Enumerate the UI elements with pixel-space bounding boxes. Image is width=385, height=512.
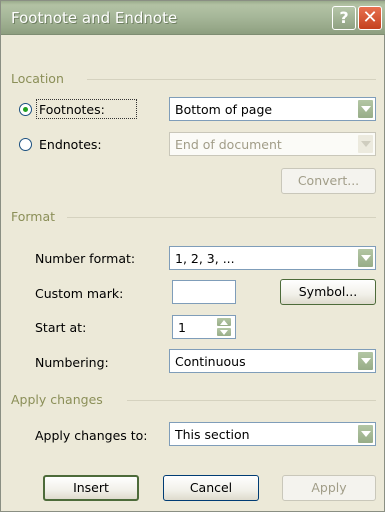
custom-mark-label: Custom mark: bbox=[35, 286, 124, 301]
help-button[interactable]: ? bbox=[332, 6, 356, 30]
close-button[interactable]: ✕ bbox=[358, 6, 382, 30]
footnotes-radio[interactable] bbox=[19, 103, 32, 116]
symbol-button[interactable]: Symbol... bbox=[280, 279, 376, 305]
number-format-select[interactable]: 1, 2, 3, ... bbox=[169, 246, 376, 270]
radio-selected-dot bbox=[23, 107, 28, 112]
location-group-label: Location bbox=[11, 71, 64, 86]
apply-to-label: Apply changes to: bbox=[35, 428, 148, 443]
chevron-up-icon bbox=[220, 320, 228, 325]
numbering-select[interactable]: Continuous bbox=[169, 349, 376, 373]
start-at-label: Start at: bbox=[35, 320, 87, 335]
close-icon: ✕ bbox=[362, 7, 378, 28]
number-format-value: 1, 2, 3, ... bbox=[175, 251, 235, 266]
apply-group-label: Apply changes bbox=[11, 392, 103, 407]
chevron-down-icon bbox=[361, 255, 371, 261]
start-at-decrement-button[interactable] bbox=[216, 327, 232, 337]
endnotes-position-select[interactable]: End of document bbox=[169, 132, 376, 156]
start-at-value: 1 bbox=[178, 320, 186, 335]
numbering-dropdown-button[interactable] bbox=[357, 351, 374, 371]
endnotes-label[interactable]: Endnotes: bbox=[39, 137, 102, 152]
insert-button[interactable]: Insert bbox=[43, 475, 139, 501]
apply-to-select[interactable]: This section bbox=[169, 422, 376, 446]
start-at-increment-button[interactable] bbox=[216, 317, 232, 327]
footnotes-position-value: Bottom of page bbox=[175, 102, 273, 117]
location-divider bbox=[87, 79, 376, 80]
numbering-label: Numbering: bbox=[35, 355, 109, 370]
custom-mark-input[interactable] bbox=[172, 280, 236, 304]
endnotes-radio[interactable] bbox=[19, 138, 32, 151]
endnotes-dropdown-button[interactable] bbox=[357, 134, 374, 154]
format-divider bbox=[67, 217, 376, 218]
numbering-value: Continuous bbox=[175, 354, 246, 369]
chevron-down-icon bbox=[361, 141, 371, 147]
apply-to-dropdown-button[interactable] bbox=[357, 424, 374, 444]
chevron-down-icon bbox=[361, 431, 371, 437]
number-format-label: Number format: bbox=[35, 251, 136, 266]
start-at-input[interactable]: 1 bbox=[172, 315, 236, 339]
chevron-down-icon bbox=[220, 330, 228, 335]
chevron-down-icon bbox=[361, 106, 371, 112]
footnotes-label[interactable]: Footnotes: bbox=[39, 102, 105, 117]
chevron-down-icon bbox=[361, 358, 371, 364]
format-group-label: Format bbox=[11, 209, 56, 224]
cancel-button[interactable]: Cancel bbox=[163, 475, 259, 501]
dialog-title: Footnote and Endnote bbox=[11, 9, 178, 27]
endnotes-position-value: End of document bbox=[175, 137, 282, 152]
convert-button[interactable]: Convert... bbox=[281, 168, 376, 194]
apply-to-value: This section bbox=[175, 427, 250, 442]
apply-button[interactable]: Apply bbox=[282, 475, 376, 501]
apply-divider bbox=[127, 400, 376, 401]
title-bar[interactable]: Footnote and Endnote ? ✕ bbox=[1, 1, 385, 35]
footnotes-position-select[interactable]: Bottom of page bbox=[169, 97, 376, 121]
number-format-dropdown-button[interactable] bbox=[357, 248, 374, 268]
footnotes-dropdown-button[interactable] bbox=[357, 99, 374, 119]
help-icon: ? bbox=[339, 8, 349, 27]
footnote-endnote-dialog: Footnote and Endnote ? ✕ Location Footno… bbox=[0, 0, 385, 512]
